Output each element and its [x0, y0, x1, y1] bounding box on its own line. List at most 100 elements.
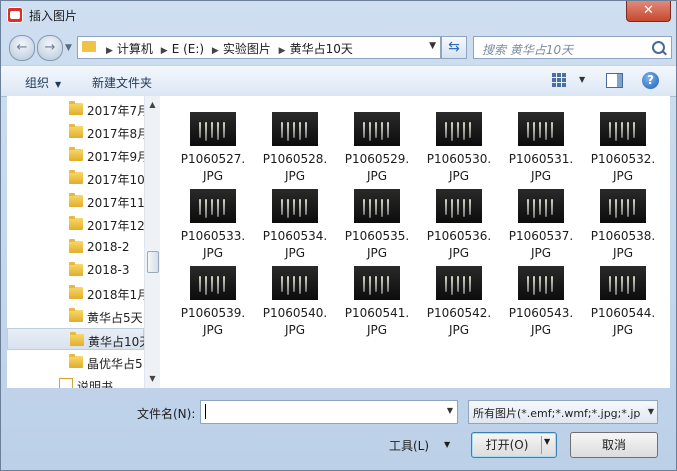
file-item[interactable]: P1060536. JPG — [421, 181, 497, 260]
sidebar-item[interactable]: 黄华占10天 — [7, 328, 151, 350]
breadcrumb-item[interactable]: E (E:) — [172, 42, 204, 56]
image-thumbnail — [354, 112, 400, 146]
cancel-button[interactable]: 取消 — [570, 432, 658, 458]
file-item[interactable]: P1060528. JPG — [257, 104, 333, 183]
search-placeholder: 搜索 黄华占10天 — [482, 43, 574, 57]
file-name-base: P1060538. — [590, 229, 656, 243]
scrollbar-thumb[interactable] — [147, 251, 159, 273]
chevron-right-icon[interactable]: ▶ — [106, 46, 113, 56]
filename-history-chevron-down-icon[interactable]: ▼ — [447, 406, 453, 415]
folder-icon — [70, 332, 84, 346]
title-bar: 插入图片 ✕ — [1, 1, 676, 31]
chevron-right-icon[interactable]: ▶ — [212, 46, 219, 56]
file-item[interactable]: P1060537. JPG — [503, 181, 579, 260]
insert-picture-dialog: 插入图片 ✕ ← → ▼ ▶ 计算机 ▶ E (E:) ▶ 实验图片 ▶ 黄华占10天 … — [0, 0, 677, 471]
folder-icon — [69, 147, 83, 161]
file-item[interactable]: P1060527. JPG — [175, 104, 251, 183]
preview-pane-icon[interactable] — [606, 73, 623, 88]
image-thumbnail — [272, 189, 318, 223]
tools-chevron-down-icon[interactable]: ▼ — [444, 440, 450, 449]
file-item[interactable]: P1060534. JPG — [257, 181, 333, 260]
sidebar-item-label: 晶优华占5 — [87, 357, 143, 371]
sidebar-item[interactable]: 黄华占5天 — [7, 305, 144, 327]
file-item[interactable]: P1060538. JPG — [585, 181, 661, 260]
sidebar-item[interactable]: 2017年7月 — [7, 98, 149, 120]
file-name-base: P1060527. — [180, 152, 246, 166]
file-item[interactable]: P1060543. JPG — [503, 258, 579, 337]
file-item[interactable]: P1060541. JPG — [339, 258, 415, 337]
image-thumbnail — [354, 189, 400, 223]
image-thumbnail — [272, 266, 318, 300]
file-name-base: P1060543. — [508, 306, 574, 320]
sidebar-item[interactable]: 2017年12 — [7, 213, 145, 235]
chevron-right-icon[interactable]: ▶ — [161, 46, 168, 56]
folder-icon — [69, 285, 83, 299]
file-item[interactable]: P1060540. JPG — [257, 258, 333, 337]
open-options-chevron-down-icon[interactable]: ▼ — [544, 437, 550, 446]
folder-icon — [82, 41, 96, 52]
image-thumbnail — [190, 266, 236, 300]
sidebar-item-label: 黄华占10天 — [88, 335, 152, 349]
sidebar-item[interactable]: 2017年10 — [7, 167, 145, 189]
folder-icon — [69, 124, 83, 138]
new-folder-button[interactable]: 新建文件夹 — [92, 74, 152, 91]
file-item[interactable]: P1060544. JPG — [585, 258, 661, 337]
back-button[interactable]: ← — [9, 35, 35, 61]
chevron-right-icon[interactable]: ▶ — [279, 46, 286, 56]
image-thumbnail — [354, 266, 400, 300]
file-item[interactable]: P1060533. JPG — [175, 181, 251, 260]
sidebar-item[interactable]: 晶优华占5 — [7, 351, 144, 373]
scroll-up-arrow-icon[interactable]: ▲ — [145, 98, 160, 112]
forward-button[interactable]: → — [37, 35, 63, 61]
file-item[interactable]: P1060529. JPG — [339, 104, 415, 183]
sidebar-item[interactable]: 说明书 — [7, 374, 144, 388]
organize-menu[interactable]: 组织 ▼ — [25, 74, 61, 91]
image-thumbnail — [600, 266, 646, 300]
file-name: P1060533. JPG — [175, 228, 251, 262]
sidebar-item[interactable]: 2017年8月 — [7, 121, 149, 143]
filename-input[interactable]: ▼ — [200, 400, 458, 424]
sidebar-item-label: 2017年7月 — [87, 104, 150, 118]
navigation-pane[interactable]: 2017年7月 2017年8月 2017年9月 2017年10 2017年11 2017年… — [7, 96, 160, 388]
view-options-chevron-down-icon[interactable]: ▼ — [579, 75, 585, 84]
address-dropdown-chevron-down-icon[interactable]: ▼ — [429, 41, 436, 51]
search-input[interactable]: 搜索 黄华占10天 — [473, 36, 672, 59]
file-item[interactable]: P1060542. JPG — [421, 258, 497, 337]
recent-locations-chevron-down-icon[interactable]: ▼ — [65, 43, 72, 53]
file-item[interactable]: P1060535. JPG — [339, 181, 415, 260]
open-label: 打开(O) — [485, 438, 529, 452]
help-icon[interactable]: ? — [642, 72, 659, 89]
sidebar-item[interactable]: 2018-2 — [7, 236, 144, 258]
file-type-select[interactable]: 所有图片(*.emf;*.wmf;*.jpg;*.jp ▼ — [468, 400, 658, 424]
navigation-scrollbar[interactable]: ▲ ▼ — [144, 96, 160, 388]
search-icon[interactable] — [652, 41, 665, 54]
file-item[interactable]: P1060539. JPG — [175, 258, 251, 337]
file-item[interactable]: P1060532. JPG — [585, 104, 661, 183]
close-button[interactable]: ✕ — [626, 1, 671, 22]
file-name-base: P1060530. — [426, 152, 492, 166]
address-bar[interactable]: ▶ 计算机 ▶ E (E:) ▶ 实验图片 ▶ 黄华占10天 ▼ — [77, 36, 441, 59]
file-name-base: P1060542. — [426, 306, 492, 320]
folder-icon — [69, 170, 83, 184]
scroll-down-arrow-icon[interactable]: ▼ — [145, 372, 160, 386]
breadcrumb-item[interactable]: 计算机 — [117, 42, 153, 56]
sidebar-item[interactable]: 2017年11 — [7, 190, 145, 212]
file-item[interactable]: P1060531. JPG — [503, 104, 579, 183]
sidebar-item[interactable]: 2018-3 — [7, 259, 144, 281]
sidebar-item[interactable]: 2018年1月 — [7, 282, 149, 304]
view-grid-icon[interactable] — [552, 73, 566, 87]
refresh-button[interactable]: ⇆ — [441, 36, 467, 59]
file-extension: JPG — [284, 323, 306, 337]
file-name: P1060528. JPG — [257, 151, 333, 185]
file-item[interactable]: P1060530. JPG — [421, 104, 497, 183]
file-name: P1060531. JPG — [503, 151, 579, 185]
breadcrumb-item[interactable]: 黄华占10天 — [290, 42, 353, 56]
file-list[interactable]: P1060527. JPG P1060528. JPG P1060529. JPG P106… — [160, 96, 670, 388]
file-name-base: P1060537. — [508, 229, 574, 243]
tools-menu[interactable]: 工具(L) — [389, 437, 429, 454]
sidebar-item[interactable]: 2017年9月 — [7, 144, 149, 166]
file-name-base: P1060540. — [262, 306, 328, 320]
file-name: P1060535. JPG — [339, 228, 415, 262]
file-extension: JPG — [612, 323, 634, 337]
breadcrumb-item[interactable]: 实验图片 — [223, 42, 271, 56]
